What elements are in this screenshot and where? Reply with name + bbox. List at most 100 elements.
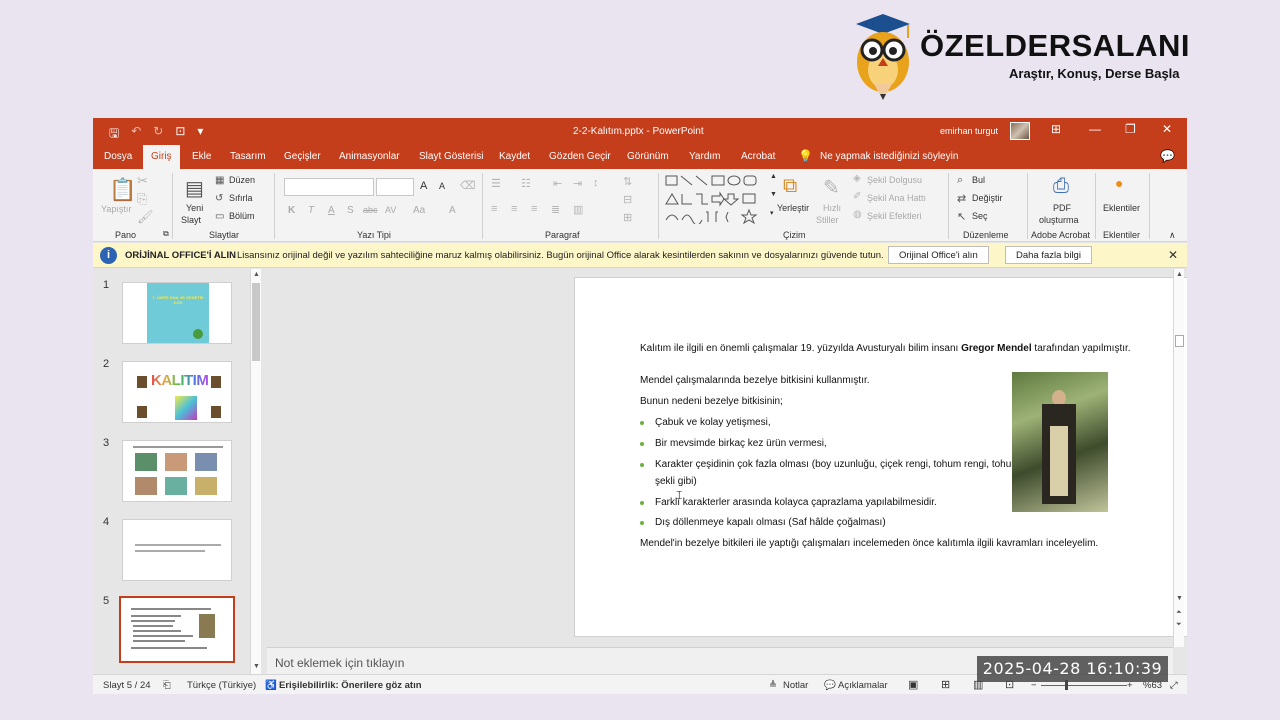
dialog-launcher-icon[interactable]: ⧉	[163, 229, 169, 239]
replace-icon[interactable]: ⇄	[957, 192, 966, 205]
slide-paragraph-1[interactable]: Mendel çalışmalarında bezelye bitkisini …	[640, 375, 870, 386]
quick-styles-label-1[interactable]: Hızlı	[823, 203, 841, 213]
close-icon[interactable]: ✕	[1162, 122, 1172, 136]
bold-button[interactable]: K	[288, 205, 295, 216]
scroll-up-icon[interactable]: ▲	[253, 271, 260, 278]
more-info-button[interactable]: Daha fazla bilgi	[1005, 246, 1092, 264]
accessibility-icon[interactable]: ♿	[265, 680, 277, 691]
shape-outline-icon[interactable]: ✐	[853, 191, 861, 202]
align-right-icon[interactable]: ≡	[531, 203, 537, 215]
start-slideshow-icon[interactable]: ⊡	[175, 124, 185, 145]
previous-slide-icon[interactable]: ⏶	[1176, 609, 1182, 617]
new-slide-label-2[interactable]: Slayt	[181, 215, 201, 225]
format-painter-icon[interactable]: 🖌	[137, 209, 154, 225]
scroll-down-icon[interactable]: ▼	[1176, 595, 1183, 602]
strikethrough-button[interactable]: abc	[363, 205, 378, 215]
scroll-down-icon[interactable]: ▼	[253, 663, 260, 670]
select-icon[interactable]: ↖	[957, 210, 966, 223]
bullet-item-5[interactable]: Dış döllenmeye kapalı olması (Saf hâlde …	[655, 517, 886, 528]
current-slide[interactable]: Kalıtım ile ilgili en önemli çalışmalar …	[574, 277, 1187, 637]
tab-slayt-gosterisi[interactable]: Slayt Gösterisi	[419, 151, 483, 162]
tab-acrobat[interactable]: Acrobat	[741, 151, 775, 162]
section-icon[interactable]: ▭	[215, 211, 224, 222]
slide-intro[interactable]: Kalıtım ile ilgili en önemli çalışmalar …	[640, 343, 1131, 354]
slide-thumbnail-5[interactable]	[119, 596, 235, 663]
bullet-item-4[interactable]: Farklı karakterler arasında kolayca çapr…	[655, 497, 937, 508]
italic-button[interactable]: T	[308, 205, 314, 216]
notes-placeholder[interactable]: Not eklemek için tıklayın	[275, 656, 404, 670]
line-spacing-icon[interactable]: ↕	[593, 177, 599, 189]
pdf-label-2[interactable]: oluşturma	[1039, 215, 1079, 225]
tab-yardim[interactable]: Yardım	[689, 151, 721, 162]
normal-view-icon[interactable]: ▣	[908, 678, 918, 691]
tab-dosya[interactable]: Dosya	[104, 151, 132, 162]
text-direction-icon[interactable]: ⇅	[623, 175, 632, 188]
maximize-icon[interactable]: ❐	[1125, 122, 1136, 136]
tab-tasarim[interactable]: Tasarım	[230, 151, 266, 162]
notes-button[interactable]: Notlar	[783, 680, 808, 691]
shrink-font-button[interactable]: A	[439, 181, 445, 191]
slide-thumbnail-1[interactable]: 7. ÜNİTE DNA VE GENETİK KOD	[122, 282, 232, 344]
tell-me-search[interactable]: Ne yapmak istediğinizi söyleyin	[820, 151, 958, 162]
char-spacing-button[interactable]: AV	[385, 205, 396, 215]
arrange-icon[interactable]: ⧉	[783, 175, 797, 198]
quick-styles-label-2[interactable]: Stiller	[816, 215, 839, 225]
bullet-item-3-continued[interactable]: şekli gibi)	[655, 476, 697, 487]
tab-kaydet[interactable]: Kaydet	[499, 151, 530, 162]
customize-qat-icon[interactable]: ▾	[197, 124, 203, 145]
shapes-gallery[interactable]	[664, 174, 768, 224]
paste-button[interactable]: Yapıştır	[101, 204, 131, 214]
bullet-item-3[interactable]: Karakter çeşidinin çok fazla olması (boy…	[655, 459, 1020, 470]
tab-gorunum[interactable]: Görünüm	[627, 151, 669, 162]
spell-check-icon[interactable]: ⎗	[163, 680, 171, 691]
minimize-icon[interactable]: —	[1089, 122, 1101, 136]
scroll-thumb[interactable]	[1175, 335, 1184, 347]
notes-icon[interactable]: ≜	[769, 680, 777, 691]
bullet-item-2[interactable]: Bir mevsimde birkaç kez ürün vermesi,	[655, 438, 827, 449]
user-name[interactable]: emirhan turgut	[940, 126, 998, 136]
thumbnails-scrollbar[interactable]: ▲ ▼	[250, 269, 261, 674]
tab-gozden-gecir[interactable]: Gözden Geçir	[549, 151, 611, 162]
pdf-create-icon[interactable]: ⎙	[1053, 175, 1069, 198]
smartart-icon[interactable]: ⊞	[623, 211, 632, 224]
gallery-up-icon[interactable]: ▲	[770, 173, 777, 180]
pdf-label-1[interactable]: PDF	[1053, 203, 1071, 213]
addins-button[interactable]: Eklentiler	[1103, 203, 1140, 213]
quick-styles-icon[interactable]: ✎	[823, 175, 840, 200]
justify-icon[interactable]: ≣	[551, 203, 560, 216]
tab-ekle[interactable]: Ekle	[192, 151, 211, 162]
align-center-icon[interactable]: ≡	[511, 203, 517, 215]
font-color-button[interactable]: A	[449, 205, 456, 216]
tab-animasyonlar[interactable]: Animasyonlar	[339, 151, 400, 162]
scroll-thumb[interactable]	[252, 283, 260, 361]
mendel-photo[interactable]	[1012, 372, 1108, 512]
shape-outline-button[interactable]: Şekil Ana Hattı	[867, 193, 926, 203]
comments-status-icon[interactable]: 💬	[824, 680, 836, 691]
slide-thumbnail-3[interactable]	[122, 440, 232, 502]
shape-fill-icon[interactable]: ◈	[853, 173, 861, 184]
gallery-more-icon[interactable]: ▾	[770, 209, 774, 217]
collapse-ribbon-icon[interactable]: ∧	[1169, 230, 1176, 241]
font-size-combo[interactable]	[376, 178, 414, 196]
reset-icon[interactable]: ↺	[215, 193, 223, 204]
find-button[interactable]: Bul	[972, 175, 985, 185]
align-left-icon[interactable]: ≡	[491, 203, 497, 215]
cut-icon[interactable]: ✂	[137, 173, 148, 189]
bullets-icon[interactable]: ☰	[491, 177, 501, 190]
align-text-icon[interactable]: ⊟	[623, 193, 632, 206]
shape-effects-button[interactable]: Şekil Efektleri	[867, 211, 922, 221]
slide-sorter-icon[interactable]: ⊞	[941, 678, 950, 691]
columns-icon[interactable]: ▥	[573, 203, 583, 216]
user-avatar[interactable]	[1010, 122, 1030, 140]
comments-button[interactable]: Açıklamalar	[838, 680, 888, 691]
slide-thumbnail-4[interactable]	[122, 519, 232, 581]
scroll-up-icon[interactable]: ▲	[1176, 271, 1183, 278]
tab-giris[interactable]: Giriş	[143, 145, 180, 169]
clear-format-icon[interactable]: ⌫	[460, 179, 476, 192]
redo-icon[interactable]: ↻	[153, 124, 163, 145]
numbering-icon[interactable]: ☷	[521, 177, 531, 190]
next-slide-icon[interactable]: ⏷	[1176, 621, 1182, 629]
decrease-indent-icon[interactable]: ⇤	[553, 177, 562, 190]
font-name-combo[interactable]	[284, 178, 374, 196]
undo-icon[interactable]: ↶	[131, 124, 141, 145]
